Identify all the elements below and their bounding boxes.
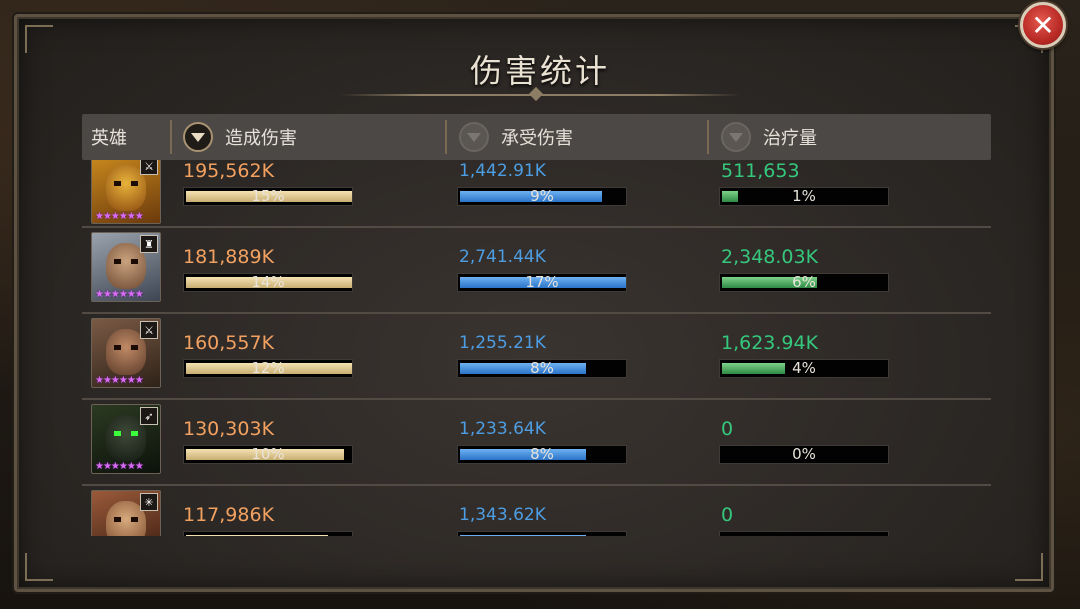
- damage-taken-bar: 8%: [457, 445, 627, 464]
- hero-portrait[interactable]: ♜ ★★★★★★: [91, 232, 161, 302]
- sort-toggle-taken[interactable]: [459, 122, 489, 152]
- column-separator: [707, 120, 709, 154]
- damage-dealt-bar: 15%: [183, 187, 353, 206]
- damage-dealt-value: 117,986K: [183, 504, 275, 526]
- healing-value: 2,348.03K: [721, 246, 819, 268]
- star-rating: ★★★★★★: [95, 211, 144, 222]
- bar-percent: 4%: [792, 359, 816, 377]
- close-x-icon: ✕: [1031, 8, 1055, 42]
- hero-eyes: [114, 259, 138, 264]
- dialog-title: 伤害统计: [469, 52, 610, 90]
- bar-percent: 10%: [251, 445, 285, 463]
- column-label: 承受伤害: [501, 128, 573, 149]
- table-header: 英雄 造成伤害 承受伤害 治疗量: [82, 114, 991, 160]
- tower-icon: ♜: [140, 235, 158, 253]
- damage-dealt-bar: 14%: [183, 273, 353, 292]
- star-rating: ★★★★★★: [95, 289, 144, 300]
- hero-portrait[interactable]: ⚔ ★★★★★★: [91, 160, 161, 224]
- damage-taken-bar: 8%: [457, 359, 627, 378]
- damage-dealt-bar: 10%: [183, 445, 353, 464]
- star-rating: ★★★★★★: [95, 461, 144, 472]
- frame-corner: [25, 553, 53, 581]
- star-rating: ★★★★★★: [95, 375, 144, 386]
- bar-percent: [458, 532, 626, 536]
- damage-taken-bar: 9%: [457, 187, 627, 206]
- hero-stats-row: ✳ ★★★★★★ 117,986K 1,343.62K 0: [82, 486, 991, 536]
- column-separator: [170, 120, 172, 154]
- column-header-dealt[interactable]: 造成伤害: [183, 114, 297, 160]
- hero-stats-row: ♜ ★★★★★★ 181,889K 14% 2,741.44K 17% 2,34…: [82, 228, 991, 314]
- damage-dealt-value: 130,303K: [183, 418, 275, 440]
- damage-taken-value: 1,255.21K: [459, 333, 546, 353]
- bar-percent: [184, 532, 352, 536]
- frame-corner: [1015, 553, 1043, 581]
- hero-portrait[interactable]: ➶ ★★★★★★: [91, 404, 161, 474]
- column-label: 造成伤害: [225, 128, 297, 149]
- bar-percent: 15%: [251, 187, 285, 205]
- hero-portrait[interactable]: ⚔ ★★★★★★: [91, 318, 161, 388]
- column-separator: [445, 120, 447, 154]
- hero-eyes: [114, 517, 138, 522]
- close-button[interactable]: ✕: [1020, 2, 1066, 48]
- hero-eyes: [114, 345, 138, 350]
- sort-toggle-healing[interactable]: [721, 122, 751, 152]
- hero-stats-list[interactable]: ⚔ ★★★★★★ 195,562K 15% 1,442.91K 9% 511,6…: [82, 160, 991, 536]
- healing-bar: [719, 531, 889, 536]
- damage-dealt-bar: [183, 531, 353, 536]
- damage-dealt-value: 181,889K: [183, 246, 275, 268]
- hero-stats-row: ⚔ ★★★★★★ 195,562K 15% 1,442.91K 9% 511,6…: [82, 160, 991, 228]
- sword-icon: ⚔: [140, 160, 158, 175]
- damage-dealt-value: 160,557K: [183, 332, 275, 354]
- sort-toggle-dealt[interactable]: [183, 122, 213, 152]
- healing-value: 0: [721, 418, 734, 440]
- healing-bar: 0%: [719, 445, 889, 464]
- bow-icon: ➶: [140, 407, 158, 425]
- sword-icon: ⚔: [140, 321, 158, 339]
- damage-taken-value: 2,741.44K: [459, 247, 546, 267]
- bar-percent: 12%: [251, 359, 285, 377]
- hero-eyes: [114, 431, 138, 436]
- healing-bar: 1%: [719, 187, 889, 206]
- hero-eyes: [114, 181, 138, 186]
- column-header-healing[interactable]: 治疗量: [721, 114, 817, 160]
- healing-value: 1,623.94K: [721, 332, 819, 354]
- column-header-hero: 英雄: [91, 114, 127, 160]
- bar-percent: 17%: [525, 273, 559, 291]
- damage-taken-value: 1,343.62K: [459, 505, 546, 525]
- healing-bar: 6%: [719, 273, 889, 292]
- healing-bar: 4%: [719, 359, 889, 378]
- bar-percent: 8%: [530, 359, 554, 377]
- bar-percent: 9%: [530, 187, 554, 205]
- magic-icon: ✳: [140, 493, 158, 511]
- sort-down-icon: [191, 132, 205, 142]
- hero-stats-row: ⚔ ★★★★★★ 160,557K 12% 1,255.21K 8% 1,623…: [82, 314, 991, 400]
- damage-taken-value: 1,233.64K: [459, 419, 546, 439]
- damage-taken-value: 1,442.91K: [459, 161, 546, 181]
- column-label: 英雄: [91, 128, 127, 149]
- bar-percent: 0%: [792, 445, 816, 463]
- bar-percent: 14%: [251, 273, 285, 291]
- bar-percent: 8%: [530, 445, 554, 463]
- column-header-taken[interactable]: 承受伤害: [459, 114, 573, 160]
- sort-down-icon: [729, 132, 743, 142]
- healing-value: 511,653: [721, 160, 800, 182]
- damage-dealt-value: 195,562K: [183, 160, 275, 182]
- hero-stats-row: ➶ ★★★★★★ 130,303K 10% 1,233.64K 8% 0 0%: [82, 400, 991, 486]
- sort-down-icon: [467, 132, 481, 142]
- bar-percent: 6%: [792, 273, 816, 291]
- hero-portrait[interactable]: ✳ ★★★★★★: [91, 490, 161, 536]
- column-label: 治疗量: [763, 128, 817, 149]
- damage-dealt-bar: 12%: [183, 359, 353, 378]
- healing-value: 0: [721, 504, 734, 526]
- bar-percent: 1%: [792, 187, 816, 205]
- damage-taken-bar: 17%: [457, 273, 627, 292]
- bar-percent: [720, 532, 888, 536]
- damage-taken-bar: [457, 531, 627, 536]
